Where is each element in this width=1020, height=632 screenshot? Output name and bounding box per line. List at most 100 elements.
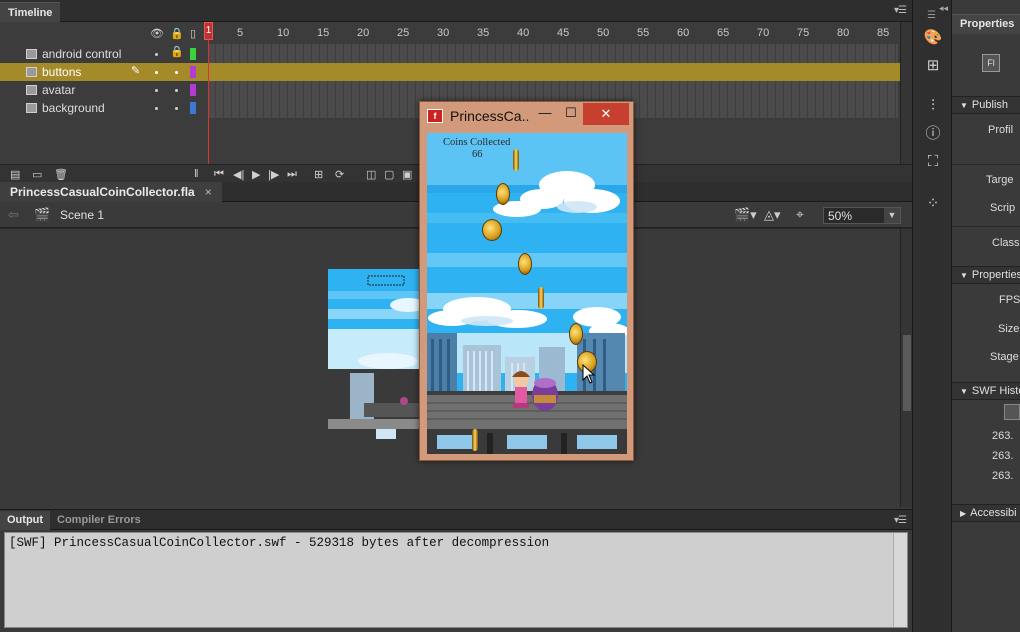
layer-row-avatar[interactable]: avatar [0, 81, 900, 99]
stage-scrollbar[interactable] [900, 229, 912, 507]
edit-symbol-icon[interactable]: ◬▾ [764, 207, 781, 223]
close-button[interactable]: ✕ [583, 103, 629, 125]
trash-icon[interactable]: 🗑 [54, 168, 68, 181]
back-arrow-icon[interactable]: ⇦ [8, 207, 19, 223]
stage-scrollbar-thumb[interactable] [903, 335, 911, 411]
step-forward-icon[interactable]: |▶ [268, 168, 279, 181]
frame-number: 65 [717, 27, 730, 39]
output-scrollbar[interactable] [893, 533, 907, 627]
transform-icon[interactable]: ⛶ [923, 152, 943, 172]
play-icon[interactable]: ▶ [252, 168, 260, 181]
layer-name: avatar [42, 83, 76, 97]
frame-number: 30 [437, 27, 450, 39]
lock-dot[interactable] [175, 107, 178, 110]
info-icon[interactable]: ⓘ [923, 124, 943, 144]
layer-row-buttons[interactable]: buttons ✎ [0, 63, 900, 81]
layer-color-box[interactable] [190, 66, 196, 78]
frame-ruler[interactable]: 1 5 10 15 20 25 30 35 40 45 50 55 60 65 … [200, 26, 892, 42]
maximize-button[interactable]: ☐ [562, 105, 580, 125]
layer-row-android-control[interactable]: android control 🔒 [0, 45, 900, 63]
frame-number: 45 [557, 27, 570, 39]
loop-icon[interactable]: ⟳ [335, 168, 344, 181]
close-icon[interactable]: × [205, 185, 212, 199]
lock-dot[interactable] [175, 71, 178, 74]
new-folder-icon[interactable]: ▭ [32, 168, 42, 181]
panel-menu-icon[interactable]: ▾☰ [894, 515, 907, 526]
frame-number: 20 [357, 27, 370, 39]
output-text-area[interactable]: [SWF] PrincessCasualCoinCollector.swf - … [4, 532, 908, 628]
layer-color-box[interactable] [190, 102, 196, 114]
playhead-frame: 1 [204, 22, 213, 40]
frame-number: 75 [797, 27, 810, 39]
first-frame-icon[interactable]: ⏮ [214, 168, 224, 181]
tab-output[interactable]: Output [0, 511, 51, 530]
history-entry: 263. [992, 430, 1014, 442]
output-panel: Output Compiler Errors ▾☰ [SWF] Princess… [0, 509, 912, 632]
coins-collected-label: Coins Collected [443, 137, 511, 148]
edit-scene-icon[interactable]: 🎬▾ [734, 207, 757, 223]
label-script: Scrip [990, 202, 1016, 214]
frame-number: 15 [317, 27, 330, 39]
palette-icon[interactable]: 🎨 [923, 28, 943, 48]
layer-name: background [42, 101, 105, 115]
edit-multiple-icon[interactable]: ▣ [402, 168, 412, 181]
tab-compiler-errors[interactable]: Compiler Errors [50, 511, 148, 530]
stage-preview[interactable] [328, 269, 424, 439]
center-frame-icon[interactable]: ⊞ [314, 168, 323, 181]
center-stage-icon[interactable]: ⌖ [796, 206, 804, 223]
history-button[interactable] [1004, 404, 1020, 420]
frame-number: 5 [237, 27, 244, 39]
section-title: Accessibi [970, 507, 1017, 519]
visibility-dot[interactable] [155, 53, 158, 56]
section-swf-history[interactable]: ▼ SWF Histo [952, 382, 1020, 400]
step-back-icon[interactable]: ◀| [233, 168, 244, 181]
panel-menu-icon[interactable]: ☰ [927, 10, 936, 21]
section-properties[interactable]: ▼ Properties [952, 266, 1020, 284]
document-tab[interactable]: PrincessCasualCoinCollector.fla × [0, 182, 222, 202]
visibility-dot[interactable] [155, 71, 158, 74]
lock-icon[interactable]: 🔒 [170, 45, 184, 58]
clapperboard-icon: 🎬 [34, 207, 51, 222]
visibility-dot[interactable] [155, 107, 158, 110]
section-publish[interactable]: ▼ Publish [952, 96, 1020, 114]
layer-color-box[interactable] [190, 84, 196, 96]
last-frame-icon[interactable]: ⏭ [287, 168, 297, 181]
panel-menu-icon[interactable]: ▾☰ [894, 5, 907, 16]
collapse-icon[interactable]: ◂◂ [939, 3, 948, 14]
frame-number: 70 [757, 27, 770, 39]
onion-outline-icon[interactable]: ▢ [384, 168, 394, 181]
tab-timeline[interactable]: Timeline [0, 2, 61, 22]
playhead[interactable]: 1 [204, 22, 213, 164]
section-accessibility[interactable]: ▶ Accessibi [952, 504, 1020, 522]
timeline-scrollbar[interactable] [900, 22, 912, 164]
chevron-down-icon[interactable]: ▼ [884, 208, 900, 223]
lock-icon[interactable]: 🔒 [170, 27, 184, 40]
components-icon[interactable]: ⁘ [923, 194, 943, 214]
eye-icon[interactable]: 👁 [150, 27, 164, 40]
window-titlebar[interactable]: f PrincessCa... — ☐ ✕ [420, 102, 633, 130]
align-icon[interactable]: ⫶ [923, 96, 943, 116]
document-tab-label: PrincessCasualCoinCollector.fla [10, 185, 195, 199]
tab-properties[interactable]: Properties [952, 14, 1020, 34]
onion-skin-icon[interactable]: ◫ [366, 168, 376, 181]
mouse-cursor-icon [582, 364, 596, 384]
layer-color-box[interactable] [190, 48, 196, 60]
frame-number: 10 [277, 27, 290, 39]
frame-number: 25 [397, 27, 410, 39]
scene-label[interactable]: Scene 1 [60, 208, 104, 222]
new-layer-icon[interactable]: ▤ [10, 168, 20, 181]
layer-icon [26, 49, 37, 59]
grid-icon[interactable]: ⊞ [923, 56, 943, 76]
lock-dot[interactable] [175, 89, 178, 92]
minimize-button[interactable]: — [536, 105, 554, 125]
layer-icon [26, 103, 37, 113]
zoom-select[interactable]: 50% ▼ [823, 207, 901, 224]
label-fps: FPS [999, 294, 1020, 306]
outline-icon[interactable]: ▯ [190, 27, 196, 40]
section-title: SWF Histo [971, 385, 1020, 397]
frame-number: 35 [477, 27, 490, 39]
visibility-dot[interactable] [155, 89, 158, 92]
swf-player-window[interactable]: f PrincessCa... — ☐ ✕ Coins Collected 66 [419, 101, 634, 461]
game-view[interactable]: Coins Collected 66 [427, 133, 627, 454]
coin [518, 253, 532, 275]
